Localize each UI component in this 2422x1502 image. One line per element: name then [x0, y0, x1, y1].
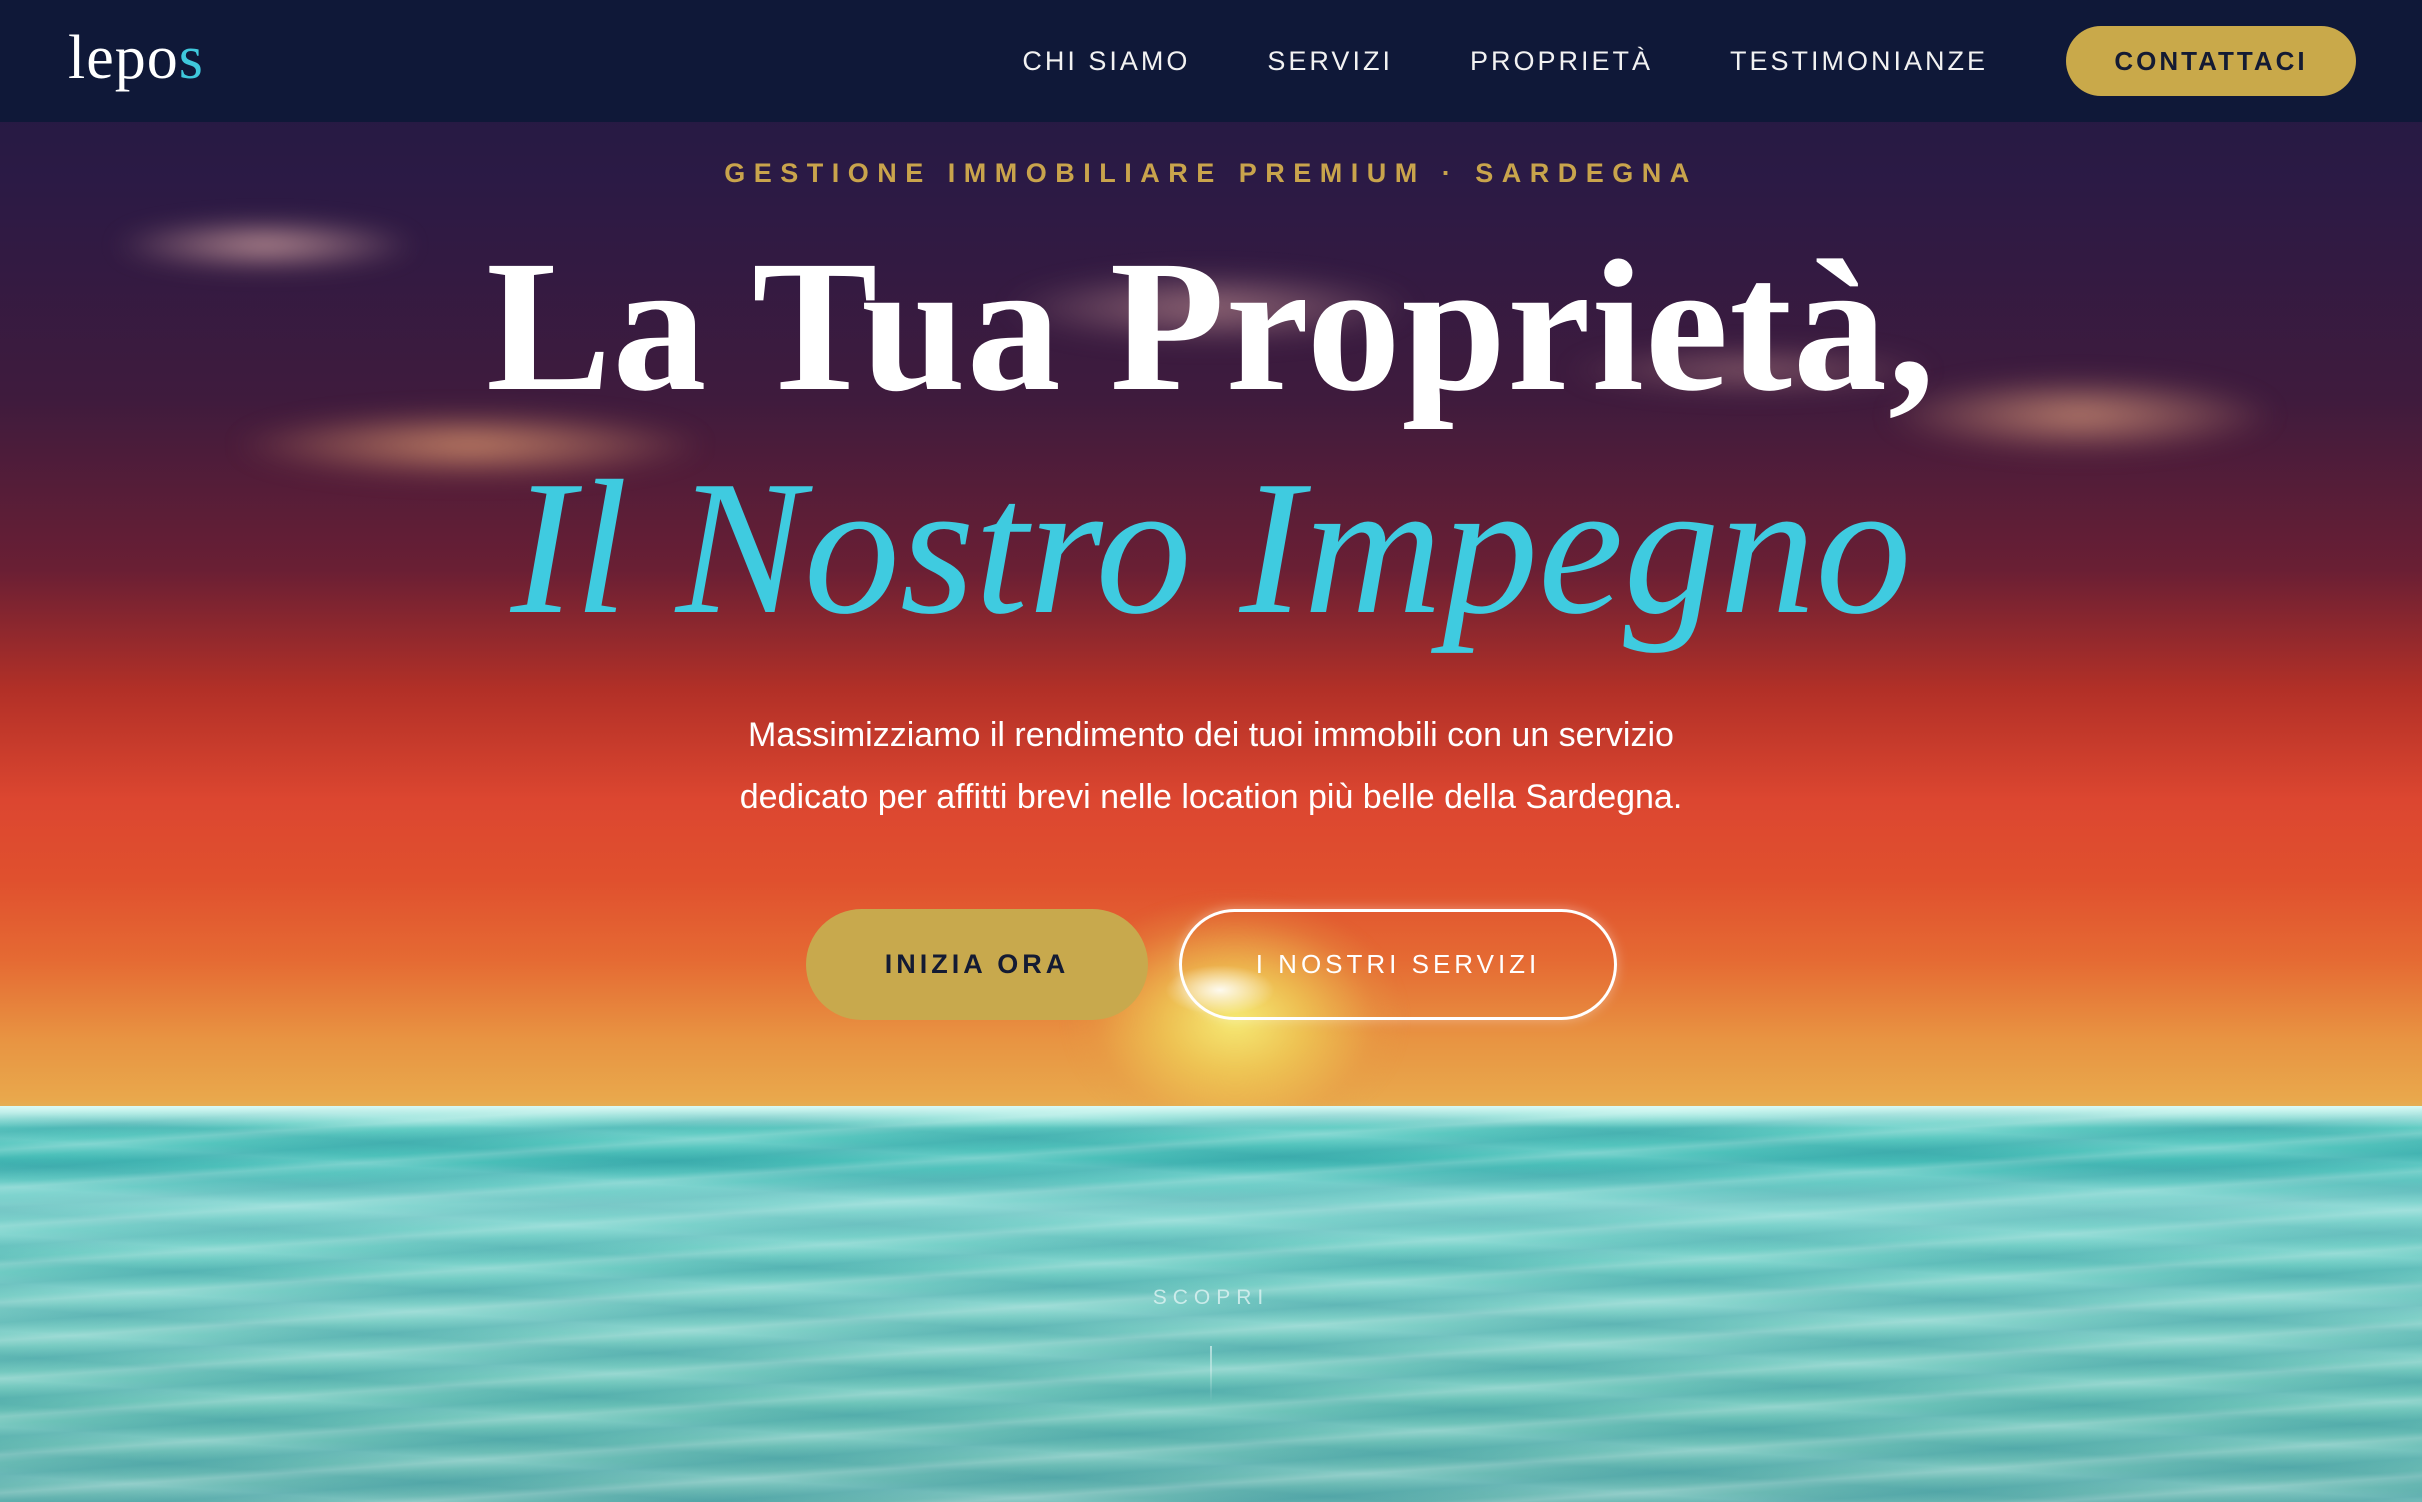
logo-text: lepo	[68, 24, 179, 92]
scroll-indicator-line	[1210, 1346, 1212, 1402]
nav-link-chi-siamo[interactable]: CHI SIAMO	[1022, 46, 1190, 77]
hero-subtitle-line1: Massimizziamo il rendimento dei tuoi imm…	[748, 716, 1674, 754]
start-now-button[interactable]: INIZIA ORA	[806, 909, 1148, 1020]
scroll-hint[interactable]: SCOPRI	[0, 1286, 2422, 1310]
logo-accent: s	[178, 24, 204, 92]
hero-subtitle: Massimizziamo il rendimento dei tuoi imm…	[561, 704, 1861, 828]
hero-subtitle-line2: dedicato per affitti brevi nelle locatio…	[739, 778, 1683, 816]
contact-button[interactable]: CONTATTACI	[2066, 26, 2356, 96]
hero-title-line1: La Tua Proprietà,	[486, 221, 1936, 430]
our-services-button[interactable]: I NOSTRI SERVIZI	[1179, 909, 1617, 1020]
main-nav: CHI SIAMO SERVIZI PROPRIETÀ TESTIMONIANZ…	[1022, 26, 2356, 96]
nav-link-proprieta[interactable]: PROPRIETÀ	[1470, 46, 1653, 77]
hero-title-line2: Il Nostro Impegno	[510, 441, 1912, 654]
nav-link-servizi[interactable]: SERVIZI	[1267, 46, 1393, 77]
sea-horizon	[0, 1106, 2422, 1128]
sea-foam	[0, 1160, 2422, 1270]
navbar: lepos CHI SIAMO SERVIZI PROPRIETÀ TESTIM…	[0, 0, 2422, 122]
hero-eyebrow: GESTIONE IMMOBILIARE PREMIUM · SARDEGNA	[724, 158, 1698, 188]
nav-link-testimonianze[interactable]: TESTIMONIANZE	[1730, 46, 1988, 77]
logo[interactable]: lepos	[68, 27, 204, 89]
